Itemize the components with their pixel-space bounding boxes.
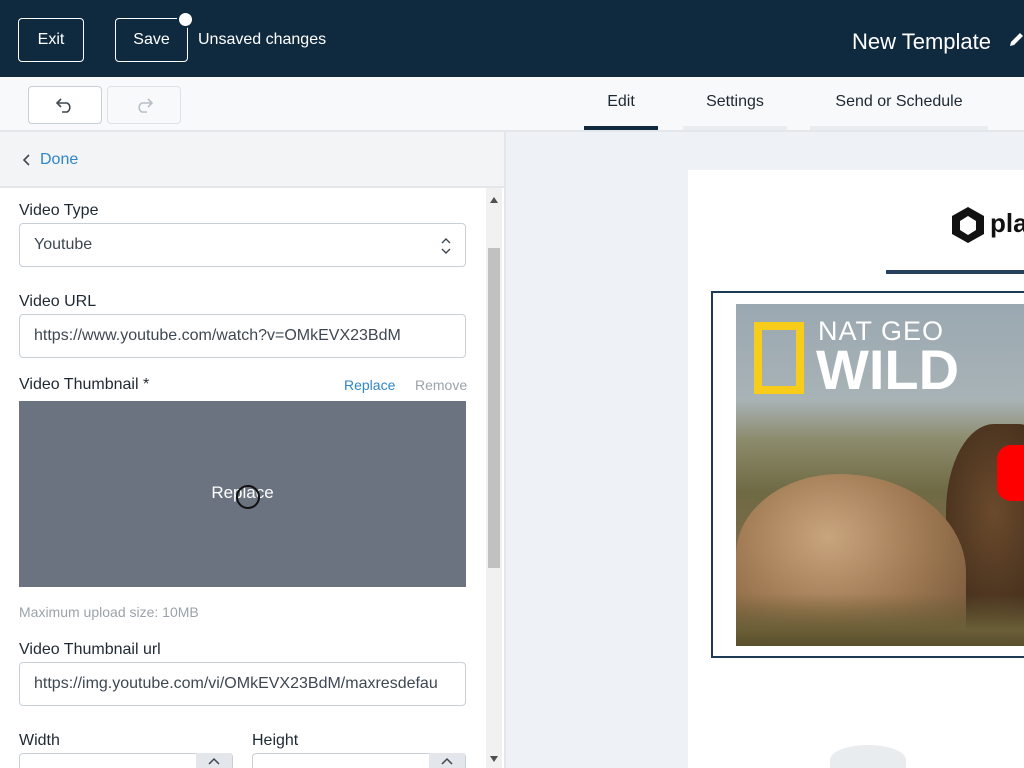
exit-button[interactable]: Exit: [18, 18, 84, 62]
header-divider: [886, 270, 1024, 274]
tab-settings[interactable]: Settings: [683, 77, 787, 130]
logo-text: pla: [990, 208, 1024, 238]
replace-link[interactable]: Replace: [344, 377, 395, 393]
unsaved-indicator-dot: [177, 11, 194, 28]
video-url-label: Video URL: [19, 293, 97, 310]
thumbnail-upload-area[interactable]: Replace: [19, 401, 466, 587]
play-icon[interactable]: [997, 445, 1024, 501]
unsaved-status-text: Unsaved changes: [198, 31, 327, 48]
video-url-input[interactable]: https://www.youtube.com/watch?v=OMkEVX23…: [19, 314, 466, 358]
thumbnail-url-label: Video Thumbnail url: [19, 641, 161, 658]
video-type-select[interactable]: Youtube: [19, 223, 466, 267]
tab-send-or-schedule[interactable]: Send or Schedule: [810, 77, 988, 130]
height-stepper-up[interactable]: [429, 753, 465, 768]
remove-link[interactable]: Remove: [415, 377, 467, 393]
editor-toolbar: Edit Settings Send or Schedule: [0, 77, 1024, 132]
upload-size-hint: Maximum upload size: 10MB: [19, 604, 199, 620]
redo-button[interactable]: [107, 86, 181, 124]
width-label: Width: [19, 732, 60, 749]
undo-icon: [56, 98, 71, 113]
cursor-icon: [236, 485, 260, 509]
select-arrows-icon: [441, 238, 451, 254]
height-label: Height: [252, 732, 299, 749]
pencil-icon[interactable]: [1008, 30, 1024, 48]
done-bar: Done: [0, 132, 504, 188]
video-thumbnail-label: Video Thumbnail *: [19, 376, 150, 393]
undo-button[interactable]: [28, 86, 102, 124]
video-type-value: Youtube: [34, 236, 93, 253]
scroll-up-arrow-icon[interactable]: [489, 196, 499, 204]
top-header: Exit Save Unsaved changes New Template: [0, 0, 1024, 77]
chevron-up-icon: [441, 757, 453, 765]
thumbnail-url-input[interactable]: https://img.youtube.com/vi/OMkEVX23BdM/m…: [19, 662, 466, 706]
width-stepper-up[interactable]: [196, 753, 232, 768]
template-title[interactable]: New Template: [852, 29, 991, 55]
redo-icon: [138, 98, 153, 113]
video-brand-bottom: WILD: [816, 338, 960, 401]
done-link[interactable]: Done: [40, 151, 78, 169]
video-type-label: Video Type: [19, 202, 99, 219]
chevron-up-icon: [208, 757, 220, 765]
save-button[interactable]: Save: [115, 18, 188, 62]
video-thumbnail-image[interactable]: NAT GEO WILD: [736, 304, 1024, 646]
tab-edit[interactable]: Edit: [584, 77, 658, 130]
scroll-down-arrow-icon[interactable]: [489, 755, 499, 763]
block-settings-panel: Done Video Type Youtube Video URL https:…: [0, 132, 506, 768]
logo-icon: [952, 207, 984, 243]
natgeo-logo-icon: [754, 322, 804, 394]
panel-scrollbar-thumb[interactable]: [488, 248, 500, 568]
grass-shape: [736, 594, 1024, 646]
decorative-shape: [830, 745, 906, 768]
chevron-left-icon[interactable]: [22, 154, 32, 166]
